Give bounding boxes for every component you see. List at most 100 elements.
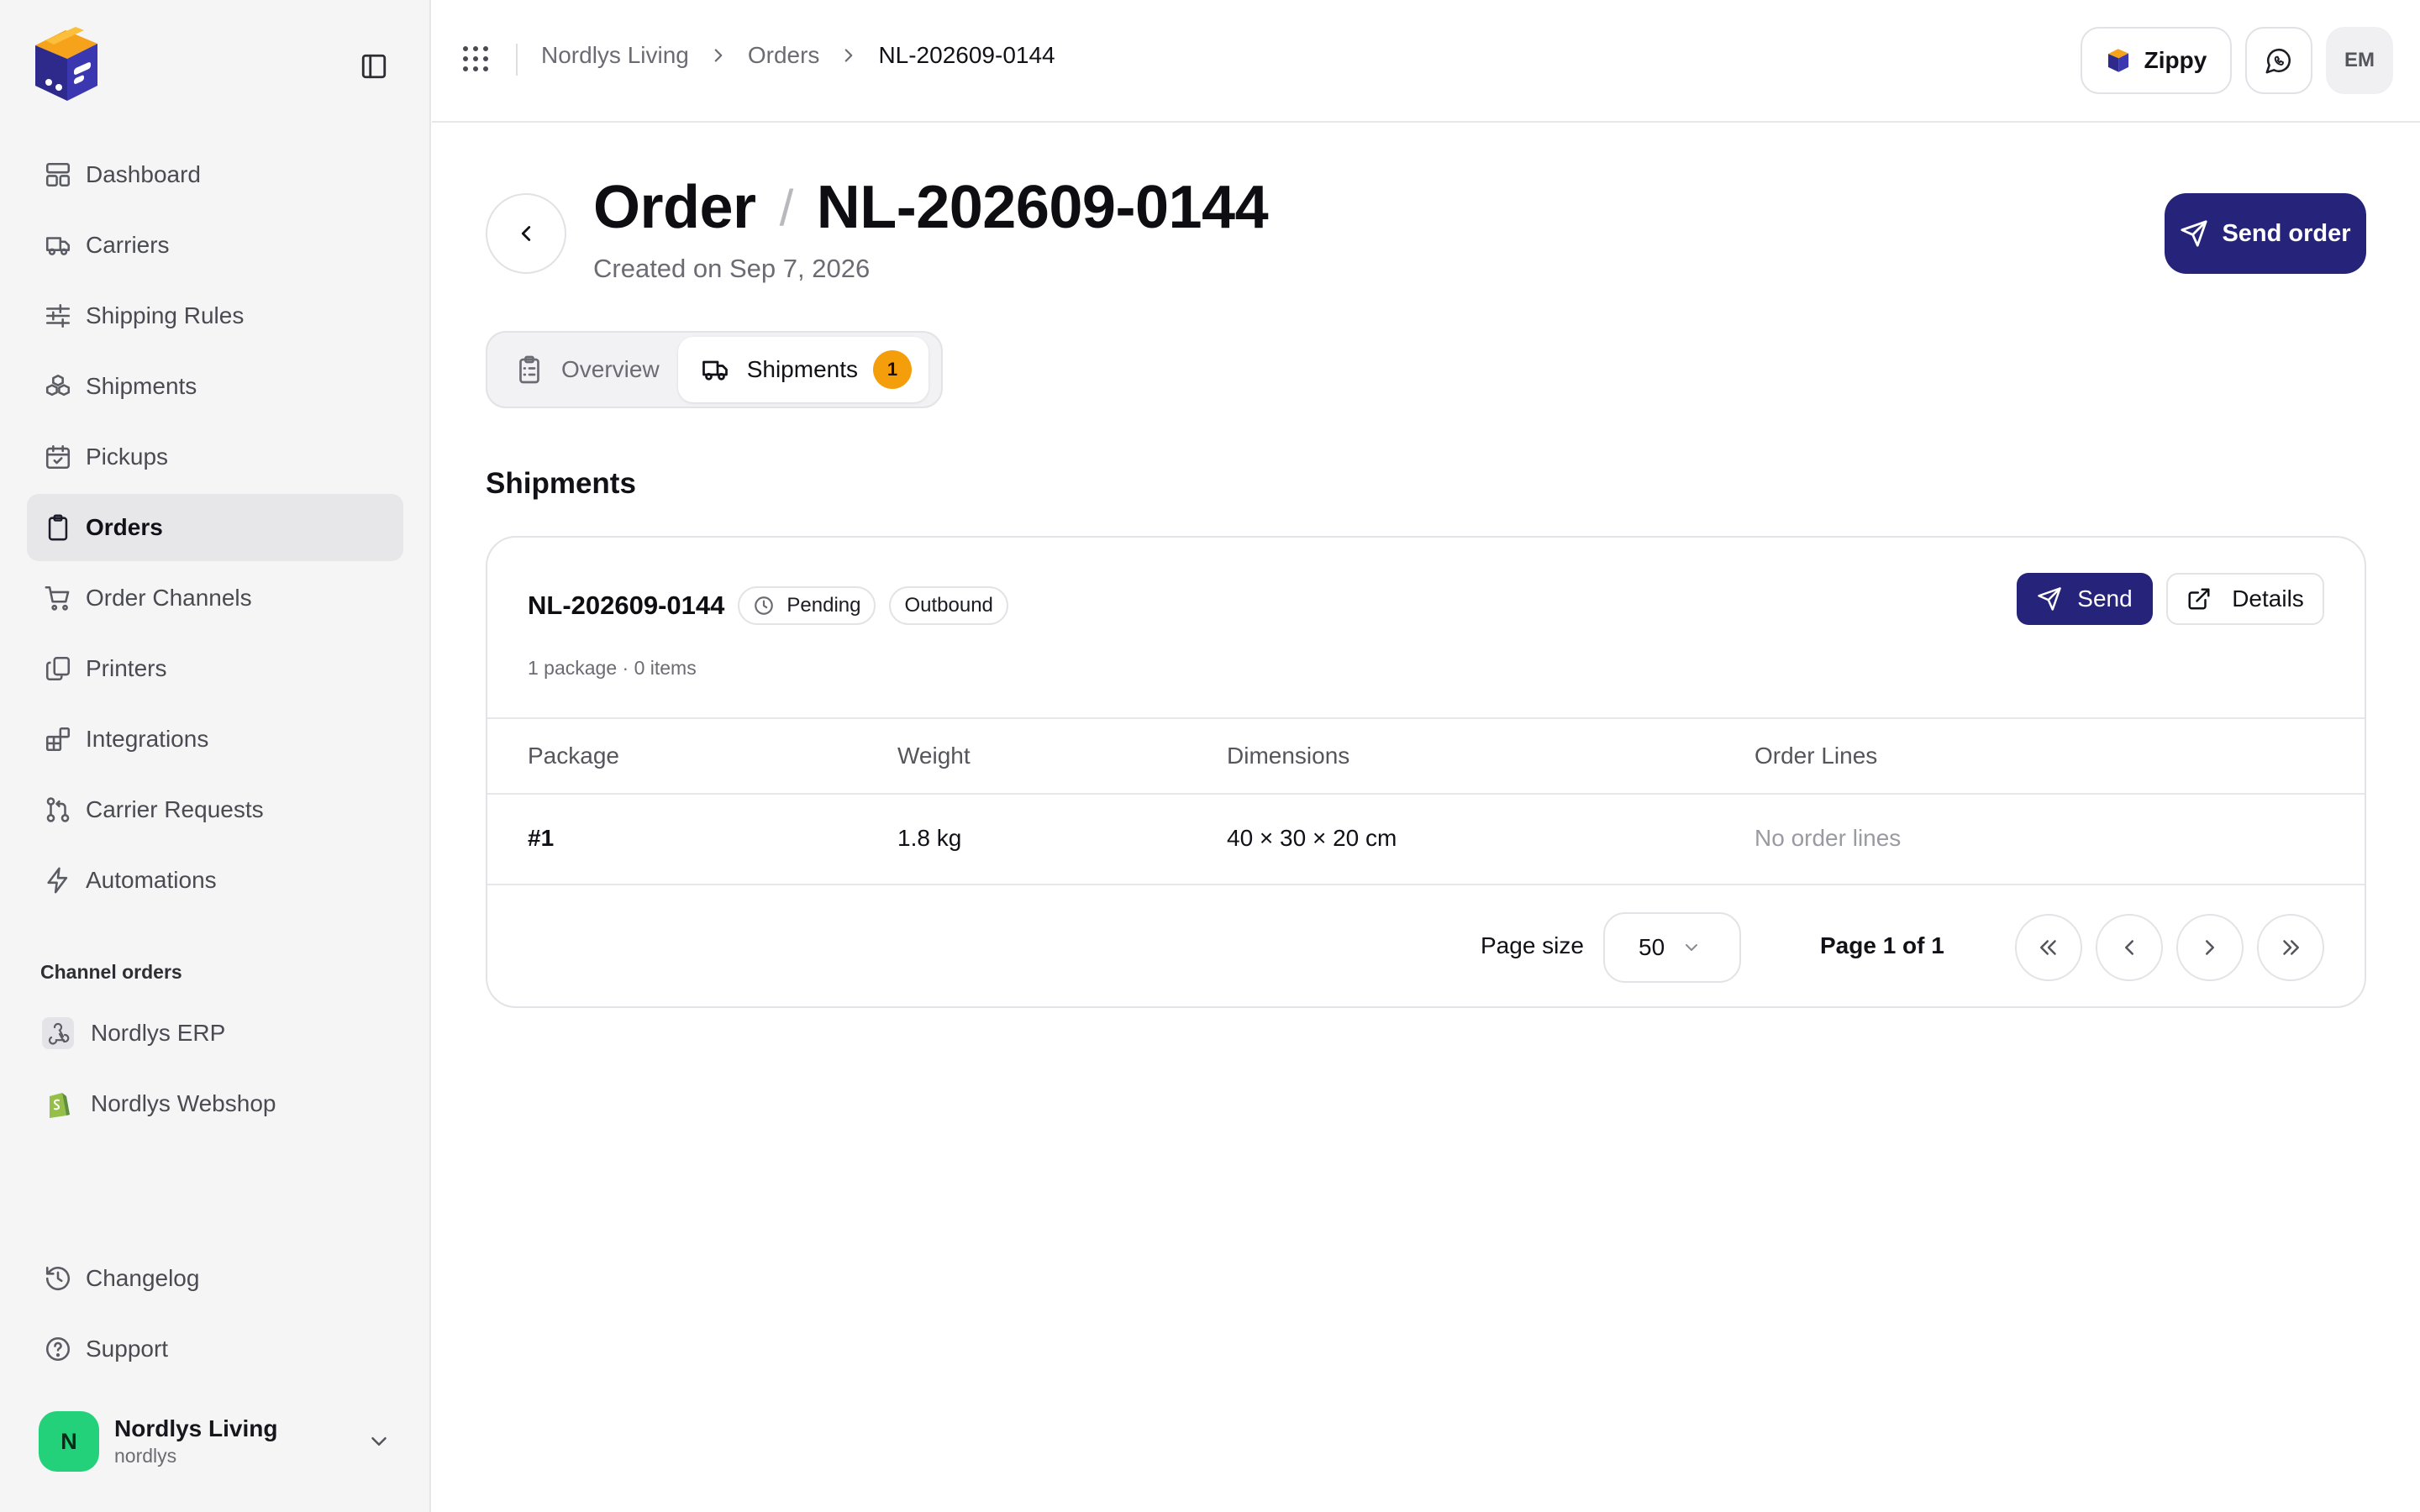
sidebar-item-order-channels[interactable]: Order Channels: [27, 564, 403, 632]
section-title: Shipments: [486, 467, 636, 500]
sidebar-item-carrier-requests[interactable]: Carrier Requests: [27, 776, 403, 843]
sidebar-item-label: Automations: [86, 867, 217, 893]
shipment-id: NL-202609-0144: [528, 591, 725, 620]
org-switcher-button[interactable]: Zippy: [2081, 27, 2232, 94]
channel-item-nordlys-erp[interactable]: Nordlys ERP: [27, 1000, 403, 1067]
page-title-order-id: NL-202609-0144: [816, 174, 1269, 241]
status-badge-label: Pending: [786, 594, 861, 617]
copy-icon: [44, 654, 72, 683]
shipment-card: NL-202609-0144 Pending Outbound 1 packag…: [486, 536, 2366, 1008]
sliders-icon: [44, 302, 72, 330]
package-number-cell: #1: [528, 825, 555, 851]
shipment-details-label: Details: [2232, 585, 2304, 612]
last-page-button[interactable]: [2257, 914, 2324, 981]
first-page-button[interactable]: [2015, 914, 2082, 981]
channel-orders-heading: Channel orders: [40, 961, 182, 983]
tab-count-badge: 1: [873, 350, 912, 389]
chevron-right-icon: [708, 45, 729, 66]
sidebar-item-support[interactable]: Support: [27, 1315, 403, 1383]
page-info: Page 1 of 1: [1820, 932, 1944, 958]
tab-label: Overview: [561, 356, 660, 382]
channel-list: Nordlys ERP Nordlys Webshop: [27, 1000, 403, 1141]
sidebar-item-dashboard[interactable]: Dashboard: [27, 141, 403, 208]
sidebar-item-label: Order Channels: [86, 585, 252, 611]
shipment-header: NL-202609-0144 Pending Outbound: [528, 586, 1008, 625]
back-button[interactable]: [486, 193, 566, 274]
shopify-icon: [42, 1088, 74, 1120]
chevrons-right-icon: [2278, 935, 2303, 960]
breadcrumb-item-orders[interactable]: Orders: [748, 42, 820, 69]
breadcrumb-item-current: NL-202609-0144: [878, 42, 1055, 68]
sidebar-item-label: Support: [86, 1336, 169, 1362]
sidebar-item-label: Carrier Requests: [86, 796, 264, 822]
tab-label: Shipments: [746, 356, 858, 382]
clock-icon: [753, 595, 775, 617]
webhook-icon: [42, 1017, 74, 1049]
page-title-separator: /: [779, 179, 794, 236]
help-circle-icon: [44, 1335, 72, 1363]
packages-table: Package Weight Dimensions Order Lines #1…: [487, 717, 2365, 882]
sidebar-item-printers[interactable]: Printers: [27, 635, 403, 702]
package-order-lines-cell: No order lines: [1754, 825, 1902, 851]
sidebar-footer-nav: Changelog Support: [27, 1245, 403, 1386]
truck-icon: [700, 354, 730, 385]
calendar-check-icon: [44, 443, 72, 471]
sidebar-item-shipping-rules[interactable]: Shipping Rules: [27, 282, 403, 349]
account-switcher[interactable]: N Nordlys Living nordlys: [39, 1410, 392, 1473]
sidebar-item-changelog[interactable]: Changelog: [27, 1245, 403, 1312]
chevron-left-icon: [513, 221, 539, 246]
sidebar-toggle-icon[interactable]: [360, 52, 392, 81]
send-order-label: Send order: [2222, 219, 2351, 247]
next-page-button[interactable]: [2176, 914, 2244, 981]
apps-grid-icon[interactable]: [460, 44, 491, 74]
zap-icon: [44, 866, 72, 895]
sidebar-item-label: Orders: [86, 514, 163, 540]
chat-icon[interactable]: [2245, 27, 2312, 94]
topbar-divider: [516, 44, 518, 76]
sidebar-item-shipments[interactable]: Shipments: [27, 353, 403, 420]
page-subtitle: Created on Sep 7, 2026: [593, 254, 871, 283]
clipboard-icon: [44, 513, 72, 542]
tab-shipments[interactable]: Shipments 1: [677, 337, 929, 402]
boxes-icon: [44, 372, 72, 401]
sidebar-item-label: Integrations: [86, 726, 209, 752]
chevron-down-icon: [1681, 937, 1702, 958]
clipboard-list-icon: [514, 354, 544, 385]
tab-overview[interactable]: Overview: [492, 337, 676, 402]
page-size-select[interactable]: 50: [1603, 912, 1741, 983]
user-avatar[interactable]: EM: [2326, 27, 2393, 94]
sidebar-item-label: Shipments: [86, 373, 197, 399]
column-header-order-lines: Order Lines: [1754, 743, 1878, 769]
sidebar: Dashboard Carriers Shipping Rules Shipme…: [0, 0, 431, 1512]
send-order-button[interactable]: Send order: [2165, 193, 2366, 274]
sidebar-item-orders[interactable]: Orders: [27, 494, 403, 561]
channel-item-label: Nordlys Webshop: [91, 1090, 276, 1116]
sidebar-item-integrations[interactable]: Integrations: [27, 706, 403, 773]
sidebar-item-automations[interactable]: Automations: [27, 847, 403, 914]
chevron-down-icon: [366, 1429, 392, 1454]
breadcrumb-item-org[interactable]: Nordlys Living: [541, 42, 689, 69]
column-header-package: Package: [528, 743, 619, 769]
app-logo[interactable]: [29, 27, 104, 104]
truck-icon: [44, 231, 72, 260]
send-icon: [2037, 586, 2062, 612]
sidebar-item-pickups[interactable]: Pickups: [27, 423, 403, 491]
blocks-icon: [44, 725, 72, 753]
previous-page-button[interactable]: [2096, 914, 2163, 981]
chevron-right-icon: [2197, 935, 2223, 960]
zippy-logo-icon: [2106, 48, 2131, 73]
table-header: Package Weight Dimensions Order Lines: [487, 717, 2365, 793]
send-shipment-button[interactable]: Send: [2017, 573, 2153, 625]
page-size-value: 50: [1639, 934, 1665, 960]
layout-dashboard-icon: [44, 160, 72, 189]
sidebar-item-label: Dashboard: [86, 161, 201, 187]
channel-item-nordlys-webshop[interactable]: Nordlys Webshop: [27, 1070, 403, 1137]
account-handle: nordlys: [114, 1445, 177, 1467]
sidebar-item-carriers[interactable]: Carriers: [27, 212, 403, 279]
shipment-details-button[interactable]: Details: [2166, 573, 2324, 625]
package-dimensions-cell: 40 × 30 × 20 cm: [1227, 825, 1397, 851]
topbar: Nordlys Living Orders NL-202609-0144 Zip…: [432, 0, 2420, 123]
page-title-prefix: Order: [593, 174, 756, 241]
sidebar-item-label: Changelog: [86, 1265, 200, 1291]
sidebar-item-label: Shipping Rules: [86, 302, 245, 328]
